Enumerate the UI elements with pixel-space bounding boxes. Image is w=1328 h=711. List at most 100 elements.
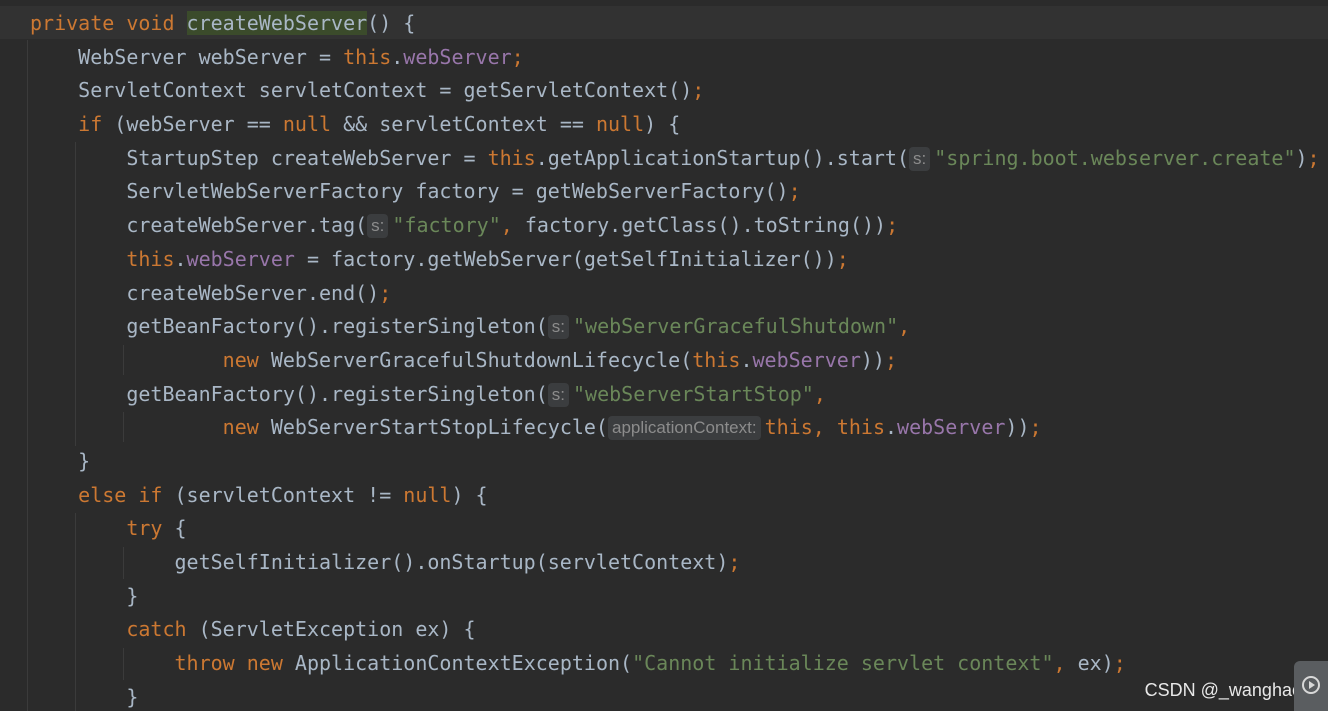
code-token: ;	[728, 550, 741, 574]
code-line[interactable]: catch (ServletException ex) {	[30, 613, 1320, 647]
parameter-hint: s:	[547, 382, 569, 407]
code-token: null	[282, 112, 344, 137]
code-token: factory.getClass().toString())	[524, 213, 887, 238]
code-token: ServletContext servletContext = getServl…	[30, 78, 693, 103]
code-token: getSelfInitializer().onStartup(servletCo…	[30, 550, 729, 574]
code-line[interactable]: }	[30, 580, 1320, 614]
code-line[interactable]: ServletWebServerFactory factory = getWeb…	[30, 175, 1320, 209]
code-token: ;	[379, 280, 392, 305]
code-token: () {	[367, 11, 416, 35]
code-token: WebServerStartStopLifecycle(	[270, 415, 608, 440]
code-token: webServer	[752, 347, 861, 372]
code-token: ApplicationContextException(	[294, 651, 633, 676]
code-token: ))	[860, 347, 885, 372]
code-token: ,	[813, 381, 826, 406]
code-token: (servletContext !=	[174, 482, 404, 507]
watermark-text: CSDN @_wanghao_	[1144, 680, 1312, 700]
code-line[interactable]: }	[30, 445, 1320, 479]
code-token: && servletContext ==	[343, 112, 596, 137]
code-token: webServer	[186, 246, 295, 271]
code-token: "webServerStartStop"	[573, 381, 814, 406]
play-icon	[1302, 676, 1320, 694]
code-token: new	[222, 347, 271, 372]
code-line[interactable]: }	[30, 681, 1320, 711]
code-line[interactable]: WebServer webServer = this.webServer;	[30, 41, 1320, 75]
code-token: private void	[30, 11, 187, 35]
code-token: ;	[1029, 415, 1042, 440]
indent-guide	[27, 40, 28, 711]
code-token: ,	[1053, 651, 1078, 676]
code-token: WebServer webServer =	[30, 44, 344, 69]
code-token: {	[174, 516, 187, 541]
code-token: }	[30, 583, 139, 608]
code-token: "factory"	[392, 213, 501, 238]
code-token: .getApplicationStartup().start(	[535, 145, 910, 170]
code-token: ;	[788, 179, 801, 204]
code-token: ;	[1113, 651, 1126, 676]
code-token: ;	[1307, 145, 1320, 170]
code-token: getBeanFactory().registerSingleton(	[30, 381, 548, 406]
code-line[interactable]: StartupStep createWebServer = this.getAp…	[30, 142, 1320, 176]
code-token: .	[740, 347, 753, 372]
parameter-hint: s:	[367, 214, 389, 239]
code-token: ;	[692, 78, 705, 103]
code-token: this	[343, 44, 392, 69]
code-token: = factory.getWebServer(getSelfInitialize…	[294, 246, 837, 271]
scroll-corner-button[interactable]	[1294, 661, 1328, 711]
code-lines[interactable]: private void createWebServer() { WebServ…	[30, 7, 1320, 711]
code-token: createWebServer	[186, 11, 368, 35]
code-token: ;	[886, 213, 899, 238]
code-token: new	[222, 415, 271, 440]
code-token: this, this	[764, 415, 885, 440]
code-line[interactable]: try {	[30, 512, 1320, 546]
code-line[interactable]: new WebServerStartStopLifecycle(applicat…	[30, 411, 1320, 445]
code-token: WebServerGracefulShutdownLifecycle(	[270, 347, 693, 372]
code-line[interactable]: else if (servletContext != null) {	[30, 479, 1320, 513]
code-token: this	[487, 145, 536, 170]
code-line[interactable]: throw new ApplicationContextException("C…	[30, 647, 1320, 681]
code-token: (webServer ==	[114, 112, 283, 137]
parameter-hint: s:	[909, 146, 931, 171]
code-token: ,	[898, 314, 911, 339]
code-token: StartupStep createWebServer =	[30, 145, 488, 170]
code-line[interactable]: getBeanFactory().registerSingleton(s: "we…	[30, 310, 1320, 344]
code-line[interactable]: new WebServerGracefulShutdownLifecycle(t…	[30, 344, 1320, 378]
code-token: webServer	[403, 44, 512, 69]
code-token: this	[126, 246, 175, 271]
code-token: }	[30, 684, 139, 709]
code-line[interactable]: getBeanFactory().registerSingleton(s: "we…	[30, 378, 1320, 412]
code-line[interactable]: ServletContext servletContext = getServl…	[30, 74, 1320, 108]
code-token: ;	[836, 246, 849, 271]
code-line[interactable]: createWebServer.tag(s: "factory", factory…	[30, 209, 1320, 243]
code-line[interactable]: if (webServer == null && servletContext …	[30, 108, 1320, 142]
code-token: (ServletException ex) {	[198, 617, 476, 642]
code-token: throw new	[174, 651, 295, 676]
code-line[interactable]: this.webServer = factory.getWebServer(ge…	[30, 243, 1320, 277]
code-token: ;	[884, 347, 897, 372]
code-token: }	[30, 448, 91, 473]
code-token: null	[403, 482, 452, 507]
code-token: "webServerGracefulShutdown"	[573, 314, 899, 339]
code-token: if	[78, 112, 115, 137]
code-token: getBeanFactory().registerSingleton(	[30, 314, 548, 339]
code-token: webServer	[897, 415, 1006, 440]
code-token: else if	[78, 482, 175, 507]
code-editor[interactable]: private void createWebServer() { WebServ…	[0, 0, 1328, 711]
code-token: ex)	[1077, 651, 1114, 676]
code-token: null	[595, 112, 645, 137]
code-token: .	[391, 44, 404, 69]
code-line[interactable]: createWebServer.end();	[30, 277, 1320, 311]
code-token: )	[1295, 145, 1308, 170]
code-line[interactable]: getSelfInitializer().onStartup(servletCo…	[30, 546, 1320, 580]
code-token: try	[126, 516, 175, 541]
code-token: .	[174, 246, 187, 271]
code-line[interactable]: private void createWebServer() {	[30, 7, 1320, 41]
code-token: "spring.boot.webserver.create"	[934, 145, 1296, 170]
code-token: ))	[1005, 415, 1030, 440]
